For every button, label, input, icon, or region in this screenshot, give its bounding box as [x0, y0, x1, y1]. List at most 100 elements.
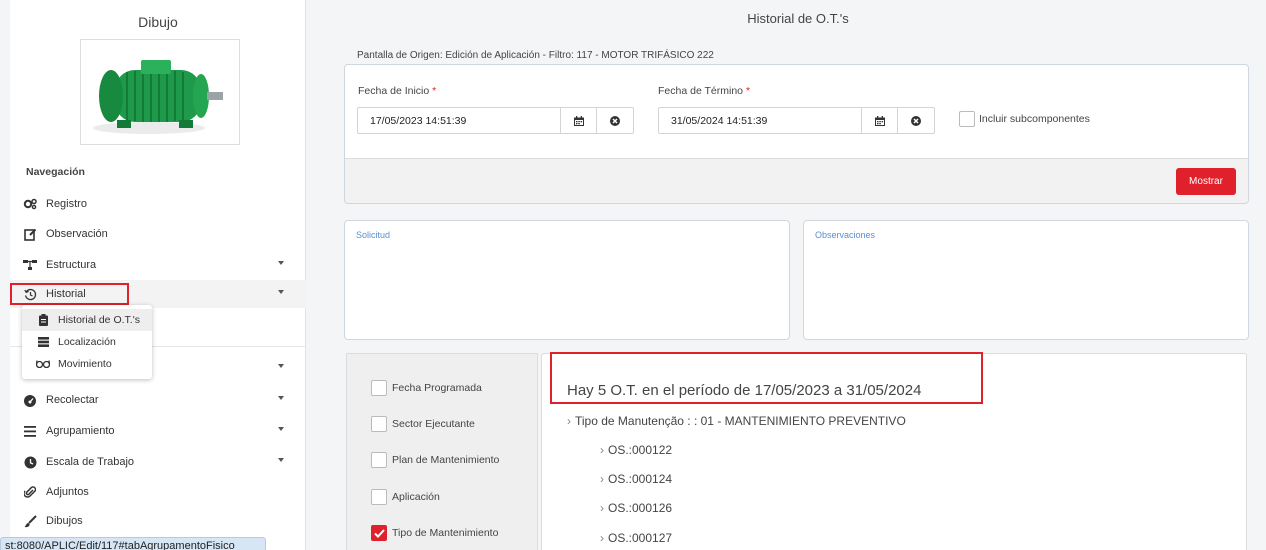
option-checkbox-tipo-de-mantenimiento[interactable] — [371, 525, 387, 541]
nav-label: Recolectar — [46, 394, 99, 406]
tree-order-node[interactable]: › OS.:000126 — [600, 501, 672, 515]
end-date-calendar-button[interactable] — [862, 108, 898, 133]
tree-order-node[interactable]: › OS.:000124 — [600, 472, 672, 486]
bars-icon — [22, 423, 38, 439]
server-icon — [36, 337, 50, 347]
nav-item-registro[interactable]: Registro — [10, 190, 306, 218]
chevron-down-icon — [278, 290, 284, 294]
tree-order-node[interactable]: › OS.:000122 — [600, 443, 672, 457]
option-label: Plan de Mantenimiento — [392, 454, 500, 466]
clipboard-icon — [36, 314, 50, 326]
historial-dropdown-menu: Historial de O.T.'s Localización Movimie… — [22, 305, 152, 379]
chevron-down-icon — [278, 427, 284, 431]
tree-group-label: Tipo de Manutenção : : 01 - MANTENIMIENT… — [575, 414, 906, 428]
page-title: Historial de O.T.'s — [747, 11, 849, 26]
start-date-label-text: Fecha de Inicio — [358, 85, 430, 97]
dropdown-label: Movimiento — [58, 358, 112, 370]
nav-label: Adjuntos — [46, 486, 89, 498]
dashboard-icon — [22, 392, 38, 408]
sidebar-title: Dibujo — [138, 14, 178, 30]
end-date-clear-button[interactable] — [898, 108, 934, 133]
origin-text: Pantalla de Origen: Edición de Aplicació… — [357, 50, 714, 61]
clear-icon — [911, 115, 921, 126]
start-date-input-group: 17/05/2023 14:51:39 — [357, 107, 634, 134]
end-date-input-group: 31/05/2024 14:51:39 — [658, 107, 935, 134]
end-date-label: Fecha de Término * — [658, 85, 750, 97]
brush-icon — [22, 513, 38, 529]
nav-item-observacion[interactable]: Observación — [10, 220, 306, 248]
start-date-clear-button[interactable] — [597, 108, 633, 133]
order-label: OS.:000122 — [608, 443, 673, 457]
start-date-label: Fecha de Inicio * — [358, 85, 436, 97]
option-checkbox-plan-de-mantenimiento[interactable] — [371, 452, 387, 468]
chevron-down-icon — [278, 364, 284, 368]
nav-item-adjuntos[interactable]: Adjuntos — [10, 478, 306, 506]
chevron-down-icon — [278, 458, 284, 462]
order-label: OS.:000126 — [608, 501, 673, 515]
clear-icon — [610, 115, 620, 126]
order-label: OS.:000124 — [608, 472, 673, 486]
option-checkbox-fecha-programada[interactable] — [371, 380, 387, 396]
include-subcomponents-checkbox[interactable] — [959, 111, 975, 127]
required-mark: * — [745, 85, 751, 97]
option-label: Aplicación — [392, 491, 440, 503]
start-date-input[interactable]: 17/05/2023 14:51:39 — [358, 108, 561, 133]
nav-label: Estructura — [46, 259, 97, 271]
end-date-input[interactable]: 31/05/2024 14:51:39 — [659, 108, 862, 133]
dropdown-label: Historial de O.T.'s — [58, 314, 140, 326]
option-checkbox-sector-ejecutante[interactable] — [371, 416, 387, 432]
nav-label: Agrupamiento — [46, 425, 115, 437]
nav-item-agrupamiento[interactable]: Agrupamiento — [10, 417, 306, 445]
results-summary: Hay 5 O.T. en el período de 17/05/2023 a… — [567, 382, 922, 399]
calendar-icon — [573, 115, 584, 126]
navigation-heading: Navegación — [26, 166, 85, 178]
option-label: Tipo de Mantenimiento — [392, 527, 499, 539]
filter-panel — [344, 64, 1249, 204]
start-date-calendar-button[interactable] — [561, 108, 597, 133]
nav-label: Registro — [46, 198, 87, 210]
include-subcomponents-label: Incluir subcomponentes — [979, 113, 1090, 125]
nav-item-estructura[interactable]: Estructura — [10, 251, 306, 279]
solicitud-textarea[interactable] — [344, 220, 790, 340]
end-date-label-text: Fecha de Término — [658, 85, 744, 97]
dropdown-item-localizacion[interactable]: Localización — [22, 331, 152, 353]
chevron-right-icon: › — [567, 414, 571, 428]
sitemap-icon — [22, 257, 38, 273]
chevron-right-icon: › — [600, 501, 604, 515]
solicitud-label: Solicitud — [356, 230, 391, 240]
paperclip-icon — [22, 484, 38, 500]
gears-icon — [22, 196, 38, 212]
option-label: Sector Ejecutante — [392, 418, 475, 430]
chevron-down-icon — [278, 396, 284, 400]
observaciones-label: Observaciones — [815, 230, 876, 240]
chevron-right-icon: › — [600, 443, 604, 457]
glasses-icon — [36, 360, 50, 368]
checkmark-icon — [373, 528, 385, 538]
calendar-icon — [874, 115, 885, 126]
tree-group-node[interactable]: › Tipo de Manutenção : : 01 - MANTENIMIEN… — [567, 414, 906, 428]
required-mark: * — [432, 85, 437, 97]
historial-highlight-box — [10, 283, 129, 305]
chevron-down-icon — [278, 261, 284, 265]
nav-label: Dibujos — [46, 515, 83, 527]
status-bar-url: st:8080/APLIC/Edit/117#tabAgrupamentoFis… — [0, 537, 266, 550]
filter-panel-footer — [345, 158, 1248, 203]
dropdown-item-movimiento[interactable]: Movimiento — [22, 353, 152, 375]
dropdown-label: Localización — [58, 336, 116, 348]
nav-label: Observación — [46, 228, 108, 240]
show-button[interactable]: Mostrar — [1176, 168, 1236, 195]
nav-label: Escala de Trabajo — [46, 456, 135, 468]
order-label: OS.:000127 — [608, 531, 673, 545]
sidebar: Dibujo Navegación Registro Observación E… — [10, 0, 306, 550]
dropdown-item-historial-ots[interactable]: Historial de O.T.'s — [22, 309, 152, 331]
chevron-right-icon: › — [600, 531, 604, 545]
chevron-right-icon: › — [600, 472, 604, 486]
nav-item-recolectar[interactable]: Recolectar — [10, 386, 306, 414]
tree-order-node[interactable]: › OS.:000127 — [600, 531, 672, 545]
nav-item-escala-de-trabajo[interactable]: Escala de Trabajo — [10, 448, 306, 476]
option-checkbox-aplicacion[interactable] — [371, 489, 387, 505]
nav-item-dibujos[interactable]: Dibujos — [10, 507, 306, 535]
option-label: Fecha Programada — [392, 382, 482, 394]
motor-drawing-image[interactable] — [80, 39, 240, 145]
edit-icon — [22, 226, 38, 242]
